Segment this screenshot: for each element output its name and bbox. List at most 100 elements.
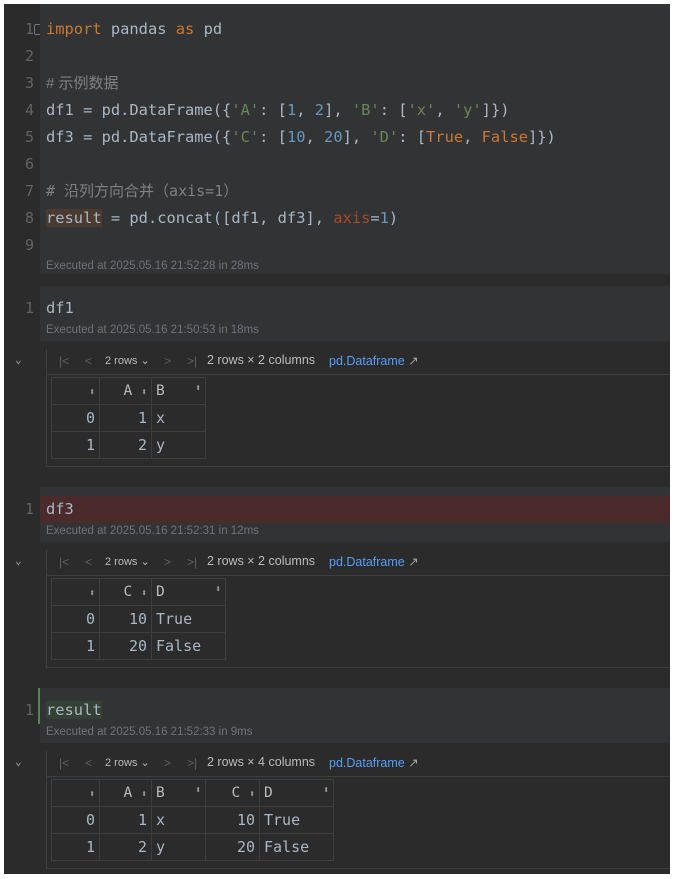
dataframe-viewer: |< < 2 rows ⌄ > >| 2 rows × 2 columns pd…	[46, 349, 670, 467]
dataframe-link[interactable]: pd.Dataframe ↗	[329, 353, 419, 368]
column-header[interactable]: B ⬍	[151, 779, 206, 807]
code-cell-3[interactable]: 1 df3 Executed at 2025.05.16 21:52:31 in…	[4, 487, 670, 542]
next-page-icon[interactable]: >	[164, 756, 171, 770]
dataframe-viewer: |< < 2 rows ⌄ > >| 2 rows × 4 columns pd…	[46, 751, 670, 869]
dataframe-link[interactable]: pd.Dataframe ↗	[329, 755, 419, 770]
index-header[interactable]: ⬍	[51, 779, 100, 807]
index-header[interactable]: ⬍	[51, 578, 100, 606]
line-number: 8	[24, 209, 34, 227]
shape-info: 2 rows × 2 columns	[207, 554, 316, 568]
column-name: C	[123, 584, 133, 600]
table-row[interactable]: 0 1 x 10 True	[51, 806, 334, 834]
line-number: 1	[24, 299, 34, 317]
code-editor[interactable]: result Executed at 2025.05.16 21:52:33 i…	[38, 688, 670, 743]
external-link-icon: ↗	[408, 354, 419, 368]
prev-page-icon[interactable]: <	[85, 756, 92, 770]
code-line: import pandas as pd	[46, 16, 222, 43]
column-header[interactable]: D ⬍	[259, 779, 334, 807]
code-editor[interactable]: import pandas as pd # 示例数据 df1 = pd.Data…	[40, 4, 670, 274]
number-token: 1	[286, 101, 297, 119]
code-token: : [	[398, 128, 427, 146]
last-page-icon[interactable]: >|	[187, 354, 197, 368]
execution-status: Executed at 2025.05.16 21:52:31 in 12ms	[46, 525, 259, 537]
table-header-row: ⬍ C ⬍ D ⬍	[51, 578, 226, 606]
table-cell: 10	[99, 605, 152, 633]
code-token: ],	[324, 101, 352, 119]
dataframe-toolbar: |< < 2 rows ⌄ > >| 2 rows × 4 columns pd…	[47, 751, 670, 777]
sort-icon[interactable]: ⬍	[323, 785, 329, 796]
code-token: ,	[305, 128, 325, 146]
line-number: 7	[24, 182, 34, 200]
table-row[interactable]: 1 2 y	[51, 431, 206, 459]
sort-icon[interactable]: ⬍	[89, 789, 95, 800]
chevron-down-icon: ⌄	[140, 556, 150, 568]
table-row[interactable]: 0 1 x	[51, 404, 206, 432]
sort-icon[interactable]: ⬍	[215, 584, 221, 595]
column-header[interactable]: A ⬍	[99, 779, 152, 807]
external-link-icon: ↗	[408, 555, 419, 569]
code-token: )	[388, 209, 399, 227]
keyword: False	[481, 128, 528, 146]
column-header[interactable]: C ⬍	[205, 779, 260, 807]
collapse-output-icon[interactable]: ⌄	[15, 554, 22, 567]
rows-per-page-select[interactable]: 2 rows ⌄	[105, 354, 150, 367]
table-row[interactable]: 1 2 y 20 False	[51, 833, 334, 861]
string-token: 'C'	[231, 128, 260, 146]
notebook-editor: 1 2 3 4 5 6 7 8 9 import pandas as pd # …	[4, 4, 670, 874]
last-page-icon[interactable]: >|	[187, 756, 197, 770]
code-cell-4[interactable]: 1 result Executed at 2025.05.16 21:52:33…	[4, 688, 670, 743]
error-highlight-line	[40, 496, 670, 523]
sort-icon[interactable]: ⬍	[141, 789, 147, 800]
column-header[interactable]: A ⬍	[99, 377, 152, 405]
last-page-icon[interactable]: >|	[187, 555, 197, 569]
rows-per-page-select[interactable]: 2 rows ⌄	[105, 555, 150, 568]
sort-icon[interactable]: ⬍	[89, 387, 95, 398]
column-header[interactable]: C ⬍	[99, 578, 152, 606]
dataframe-link-label: pd.Dataframe	[329, 354, 405, 368]
sort-icon[interactable]: ⬍	[141, 588, 147, 599]
string-token: 'y'	[453, 101, 482, 119]
collapse-output-icon[interactable]: ⌄	[15, 755, 22, 768]
code-editor[interactable]: df3 Executed at 2025.05.16 21:52:31 in 1…	[40, 487, 670, 542]
code-token: ]})	[528, 128, 556, 146]
code-cell-2[interactable]: 1 df1 Executed at 2025.05.16 21:50:53 in…	[4, 286, 670, 341]
variable-token: result	[46, 209, 102, 227]
collapse-output-icon[interactable]: ⌄	[15, 353, 22, 366]
index-header[interactable]: ⬍	[51, 377, 100, 405]
rows-per-page-select[interactable]: 2 rows ⌄	[105, 756, 150, 769]
next-page-icon[interactable]: >	[164, 354, 171, 368]
code-line: df1 = pd.DataFrame({'A': [1, 2], 'B': ['…	[46, 97, 509, 124]
first-page-icon[interactable]: |<	[59, 555, 69, 569]
line-number: 2	[24, 47, 34, 65]
code-token: : [	[379, 101, 408, 119]
sort-icon[interactable]: ⬍	[195, 785, 201, 796]
column-header[interactable]: B ⬍	[151, 377, 206, 405]
row-index: 1	[51, 632, 100, 660]
column-name: A	[123, 383, 133, 399]
row-index: 1	[51, 431, 100, 459]
code-token: ]})	[481, 101, 510, 119]
code-cell-1[interactable]: 1 2 3 4 5 6 7 8 9 import pandas as pd # …	[4, 4, 670, 274]
sort-icon[interactable]: ⬍	[195, 383, 201, 394]
code-token: : [	[259, 128, 287, 146]
output-df1: ⌄ |< < 2 rows ⌄ > >| 2 rows × 2 columns …	[4, 349, 670, 469]
first-page-icon[interactable]: |<	[59, 354, 69, 368]
sort-icon[interactable]: ⬍	[249, 789, 255, 800]
code-token: ,	[296, 101, 315, 119]
table-row[interactable]: 0 10 True	[51, 605, 226, 633]
next-page-icon[interactable]: >	[164, 555, 171, 569]
dataframe-link[interactable]: pd.Dataframe ↗	[329, 554, 419, 569]
number-token: 20	[324, 128, 343, 146]
sort-icon[interactable]: ⬍	[89, 588, 95, 599]
row-index: 1	[51, 833, 100, 861]
table-row[interactable]: 1 20 False	[51, 632, 226, 660]
prev-page-icon[interactable]: <	[85, 555, 92, 569]
sort-icon[interactable]: ⬍	[141, 387, 147, 398]
code-editor[interactable]: df1 Executed at 2025.05.16 21:50:53 in 1…	[40, 286, 670, 341]
first-page-icon[interactable]: |<	[59, 756, 69, 770]
code-token: ,	[463, 128, 482, 146]
keyword: import	[46, 20, 102, 38]
table-cell: 1	[99, 806, 152, 834]
column-header[interactable]: D ⬍	[151, 578, 226, 606]
prev-page-icon[interactable]: <	[85, 354, 92, 368]
